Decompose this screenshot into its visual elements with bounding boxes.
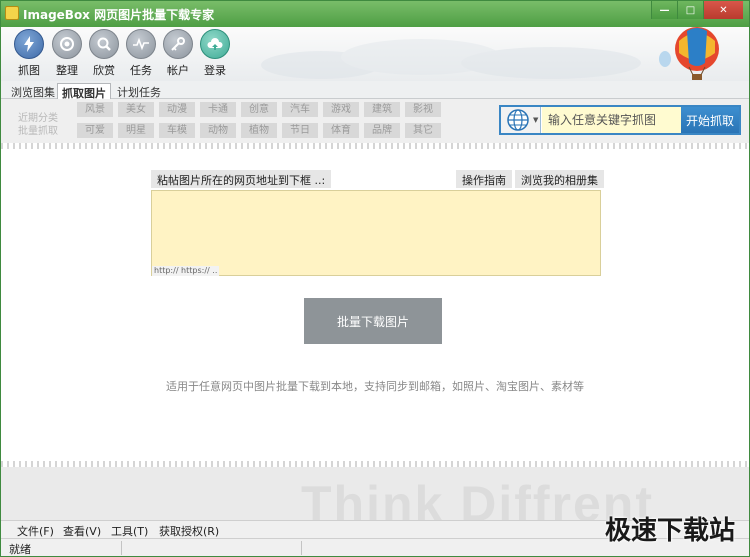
operation-guide-button[interactable]: 操作指南 bbox=[456, 170, 512, 188]
tool-organize-button[interactable]: 整理 bbox=[47, 29, 87, 79]
tool-organize-label: 整理 bbox=[56, 64, 78, 77]
category-chip[interactable]: 明星 bbox=[118, 123, 154, 138]
app-icon bbox=[5, 6, 19, 20]
category-chip[interactable]: 其它 bbox=[405, 123, 441, 138]
balloon-logo bbox=[659, 27, 719, 80]
window-controls: — □ ✕ bbox=[651, 1, 743, 19]
tool-grab-button[interactable]: 抓图 bbox=[9, 29, 49, 79]
maximize-icon[interactable]: □ bbox=[677, 1, 703, 19]
category-chip[interactable]: 卡通 bbox=[200, 102, 236, 117]
category-chip[interactable]: 可爱 bbox=[77, 123, 113, 138]
menu-file[interactable]: 文件(F) bbox=[17, 523, 54, 539]
category-chip[interactable]: 车模 bbox=[159, 123, 195, 138]
browse-albums-button[interactable]: 浏览我的相册集 bbox=[515, 170, 604, 188]
category-chip[interactable]: 动物 bbox=[200, 123, 236, 138]
tab-grab-images[interactable]: 抓取图片 bbox=[57, 83, 111, 100]
window-title: ImageBox 网页图片批量下载专家 bbox=[23, 8, 215, 22]
tab-scheduled-tasks[interactable]: 计划任务 bbox=[113, 83, 165, 99]
tool-account-label: 帐户 bbox=[167, 64, 189, 77]
category-chip[interactable]: 汽车 bbox=[282, 102, 318, 117]
batch-download-button[interactable]: 批量下载图片 bbox=[304, 298, 442, 344]
category-chip[interactable]: 植物 bbox=[241, 123, 277, 138]
category-chip[interactable]: 美女 bbox=[118, 102, 154, 117]
tool-login-button[interactable]: 登录 bbox=[195, 29, 235, 79]
batch-grab-label: 批量抓取 bbox=[18, 126, 58, 137]
category-chip[interactable]: 动漫 bbox=[159, 102, 195, 117]
start-grab-button[interactable]: 开始抓取 bbox=[681, 107, 739, 133]
globe-icon bbox=[507, 109, 529, 131]
magnifier-icon bbox=[89, 29, 119, 59]
tab-browse-albums[interactable]: 浏览图集 bbox=[7, 83, 59, 99]
search-engine-dropdown[interactable]: ▼ bbox=[501, 107, 541, 133]
keyword-search-box: ▼ 开始抓取 bbox=[499, 105, 741, 135]
key-icon bbox=[163, 29, 193, 59]
lightning-icon bbox=[14, 29, 44, 59]
tool-login-label: 登录 bbox=[204, 64, 226, 77]
minimize-icon[interactable]: — bbox=[651, 1, 677, 19]
menu-view[interactable]: 查看(V) bbox=[63, 523, 101, 539]
close-icon[interactable]: ✕ bbox=[703, 1, 743, 19]
url-input-label: 粘帖图片所在的网页地址到下框 ..: bbox=[151, 170, 332, 188]
clouds-decoration bbox=[261, 39, 641, 79]
status-text: 就绪 bbox=[9, 543, 31, 556]
category-panel: 近期分类 批量抓取 ▼ 开始抓取 风景美女动漫卡通创意汽车游戏建筑影视可爱明星车… bbox=[1, 99, 749, 143]
title-bar: ImageBox 网页图片批量下载专家 — □ ✕ bbox=[1, 1, 749, 27]
tool-view-label: 欣赏 bbox=[93, 64, 115, 77]
feature-description: 适用于任意网页中图片批量下载到本地，支持同步到邮箱，如照片、淘宝图片、素材等 bbox=[166, 380, 584, 393]
status-separator bbox=[121, 541, 122, 555]
tool-account-button[interactable]: 帐户 bbox=[158, 29, 198, 79]
category-chip[interactable]: 风景 bbox=[77, 102, 113, 117]
category-chip[interactable]: 创意 bbox=[241, 102, 277, 117]
category-chip[interactable]: 节日 bbox=[282, 123, 318, 138]
url-textarea[interactable] bbox=[151, 190, 601, 276]
tool-grab-label: 抓图 bbox=[18, 64, 40, 77]
status-separator bbox=[301, 541, 302, 555]
category-chip[interactable]: 游戏 bbox=[323, 102, 359, 117]
category-chip[interactable]: 影视 bbox=[405, 102, 441, 117]
url-format-hint: http:// https:// .. bbox=[152, 266, 220, 276]
main-content: 粘帖图片所在的网页地址到下框 ..: 操作指南 浏览我的相册集 http:// … bbox=[1, 143, 749, 523]
category-chip[interactable]: 品牌 bbox=[364, 123, 400, 138]
cloud-upload-icon bbox=[200, 29, 230, 59]
category-chip[interactable]: 体育 bbox=[323, 123, 359, 138]
keyword-input[interactable] bbox=[542, 107, 682, 133]
app-window: ImageBox 网页图片批量下载专家 — □ ✕ 抓图 整理 欣赏 任务 帐户… bbox=[0, 0, 750, 557]
tool-task-button[interactable]: 任务 bbox=[121, 29, 161, 79]
category-chip[interactable]: 建筑 bbox=[364, 102, 400, 117]
tab-strip: 浏览图集 抓取图片 计划任务 bbox=[1, 81, 749, 100]
divider-top bbox=[1, 143, 749, 149]
menu-tools[interactable]: 工具(T) bbox=[111, 523, 148, 539]
menu-license[interactable]: 获取授权(R) bbox=[159, 523, 219, 539]
main-toolbar: 抓图 整理 欣赏 任务 帐户 登录 bbox=[1, 27, 749, 81]
tool-task-label: 任务 bbox=[130, 64, 152, 77]
chevron-down-icon: ▼ bbox=[533, 116, 539, 124]
eye-icon bbox=[52, 29, 82, 59]
pulse-icon bbox=[126, 29, 156, 59]
site-watermark: 极速下载站 bbox=[604, 516, 735, 546]
banner-slogan: Think Diffrent bbox=[301, 476, 654, 523]
tool-view-button[interactable]: 欣赏 bbox=[84, 29, 124, 79]
